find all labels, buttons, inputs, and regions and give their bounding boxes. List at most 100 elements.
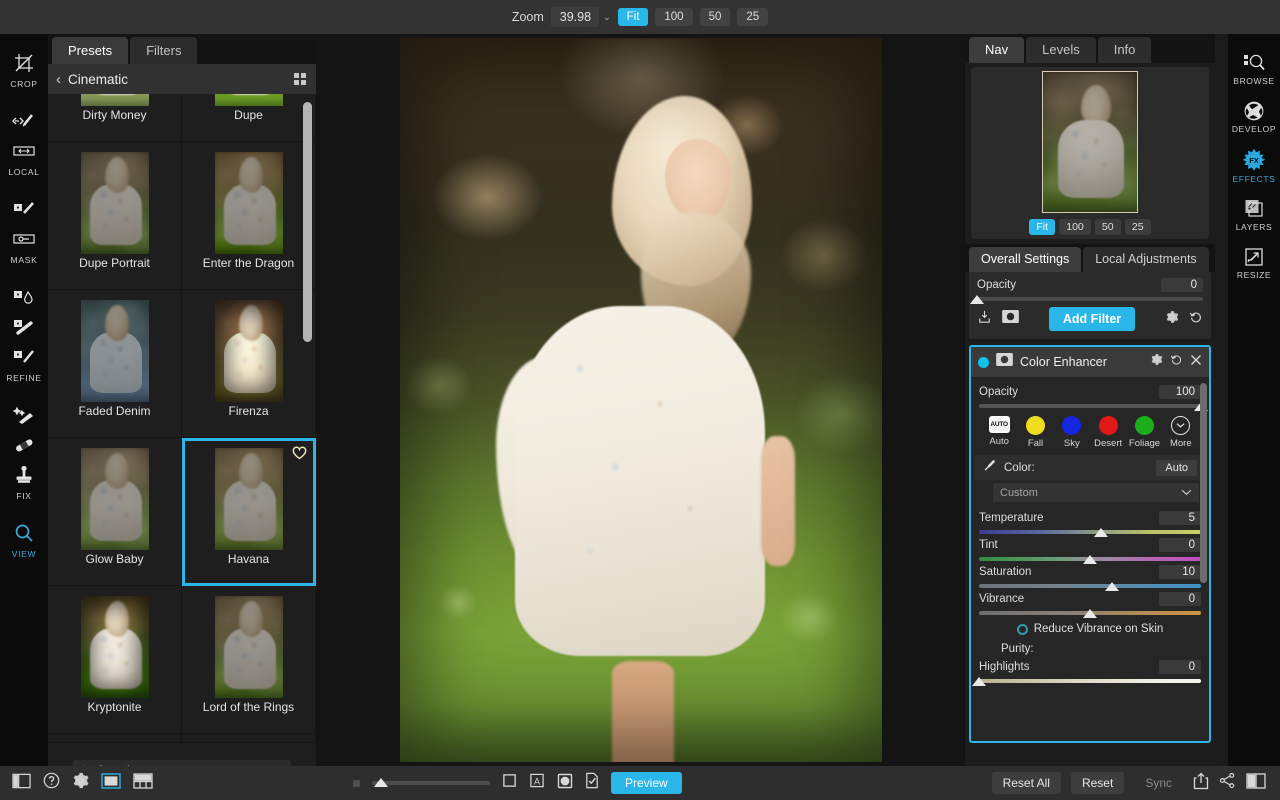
slider-thumb[interactable] bbox=[972, 677, 986, 686]
reset-arrow-icon[interactable] bbox=[1170, 353, 1183, 371]
global-opacity-track[interactable] bbox=[970, 295, 1203, 304]
filter-enabled-dot[interactable] bbox=[978, 356, 989, 368]
mask-brush-icon[interactable] bbox=[4, 194, 44, 224]
checkbox-doc-icon[interactable] bbox=[585, 772, 599, 794]
zoom-preset-25[interactable]: 25 bbox=[737, 8, 769, 26]
reset-button[interactable]: Reset bbox=[1070, 772, 1125, 794]
favorite-heart-icon[interactable] bbox=[292, 446, 307, 465]
swatch-fall[interactable]: Fall bbox=[1017, 416, 1053, 449]
preset-item[interactable]: Dupe bbox=[182, 94, 316, 142]
presets-scrollbar[interactable] bbox=[303, 102, 312, 342]
text-a-icon[interactable]: A bbox=[529, 773, 545, 793]
refine-brush-icon[interactable] bbox=[4, 312, 44, 342]
thumbnail-size-thumb[interactable] bbox=[374, 778, 389, 787]
preset-item[interactable]: Firenza bbox=[182, 290, 316, 438]
preset-item[interactable]: Lord of the Rings bbox=[182, 586, 316, 734]
fix-bandaid-icon[interactable] bbox=[4, 430, 44, 460]
swatch-foliage[interactable]: Foliage bbox=[1126, 416, 1162, 449]
nav-zoom-fit[interactable]: Fit bbox=[1029, 219, 1056, 235]
square-icon[interactable] bbox=[502, 773, 517, 793]
preset-item[interactable] bbox=[182, 734, 316, 742]
global-opacity-thumb[interactable] bbox=[970, 295, 984, 304]
module-effects[interactable]: FX EFFECTS bbox=[1228, 148, 1280, 184]
back-chevron-icon[interactable]: ‹ bbox=[56, 72, 61, 87]
tab-nav[interactable]: Nav bbox=[969, 37, 1025, 63]
add-filter-button[interactable]: Add Filter bbox=[1048, 307, 1136, 331]
zoom-preset-100[interactable]: 100 bbox=[655, 8, 693, 26]
zoom-value-field[interactable]: 39.98 bbox=[550, 7, 600, 27]
gear-icon[interactable] bbox=[1165, 310, 1179, 329]
checkbox-icon[interactable] bbox=[1016, 623, 1028, 635]
main-photo[interactable] bbox=[399, 38, 882, 762]
swatch-desert[interactable]: Desert bbox=[1090, 416, 1126, 449]
gear-icon[interactable] bbox=[72, 772, 89, 794]
color-auto-button[interactable]: Auto bbox=[1156, 459, 1197, 476]
share-node-icon[interactable] bbox=[1219, 772, 1236, 794]
help-icon[interactable] bbox=[43, 772, 60, 794]
zoom-preset-fit[interactable]: Fit bbox=[617, 8, 649, 26]
preset-item[interactable]: Kryptonite bbox=[48, 586, 182, 734]
swatch-auto[interactable]: AUTO Auto bbox=[981, 416, 1017, 449]
slider-thumb[interactable] bbox=[1105, 582, 1120, 591]
swatch-sky[interactable]: Sky bbox=[1054, 416, 1090, 449]
nav-zoom-100[interactable]: 100 bbox=[1059, 219, 1091, 235]
refine-drop-icon[interactable] bbox=[4, 282, 44, 312]
tab-overall-settings[interactable]: Overall Settings bbox=[969, 247, 1082, 272]
nav-zoom-25[interactable]: 25 bbox=[1124, 219, 1151, 235]
global-opacity-value[interactable]: 0 bbox=[1161, 278, 1203, 292]
preset-item-selected[interactable]: Havana bbox=[182, 438, 316, 586]
panel-toggle-icon[interactable] bbox=[12, 773, 31, 794]
preset-item[interactable] bbox=[48, 734, 182, 742]
mask-toggle-icon[interactable] bbox=[996, 353, 1013, 371]
slider-track[interactable] bbox=[979, 582, 1201, 591]
mask-gradient-icon[interactable] bbox=[4, 224, 44, 254]
refine-pen-icon[interactable] bbox=[4, 342, 44, 372]
export-up-icon[interactable] bbox=[1193, 772, 1209, 795]
slider-thumb[interactable] bbox=[1094, 528, 1109, 537]
local-gradient-icon[interactable] bbox=[4, 136, 44, 166]
tab-filters[interactable]: Filters bbox=[130, 37, 198, 64]
chevron-down-icon[interactable]: ⌄ bbox=[603, 12, 611, 23]
module-resize[interactable]: RESIZE bbox=[1228, 246, 1280, 280]
tab-info[interactable]: Info bbox=[1097, 37, 1152, 63]
filter-panel-scrollbar[interactable] bbox=[1200, 383, 1207, 583]
preset-item[interactable]: Faded Denim bbox=[48, 290, 182, 438]
save-preset-icon[interactable] bbox=[977, 309, 992, 329]
circle-icon[interactable] bbox=[557, 773, 573, 794]
module-browse[interactable]: BROWSE bbox=[1228, 52, 1280, 86]
nav-zoom-50[interactable]: 50 bbox=[1094, 219, 1121, 235]
preset-item[interactable]: Dirty Money bbox=[48, 94, 182, 142]
slider-value[interactable]: 5 bbox=[1159, 511, 1201, 525]
crop-icon[interactable] bbox=[4, 48, 44, 78]
mask-toggle-icon[interactable] bbox=[1002, 310, 1019, 328]
reduce-vibrance-on-skin-row[interactable]: Reduce Vibrance on Skin bbox=[971, 616, 1209, 639]
canvas-area[interactable] bbox=[316, 34, 965, 766]
close-icon[interactable] bbox=[1190, 353, 1202, 371]
fix-clone-icon[interactable] bbox=[4, 460, 44, 490]
tab-local-adjustments[interactable]: Local Adjustments bbox=[1083, 247, 1209, 272]
filter-opacity-track[interactable] bbox=[979, 402, 1208, 411]
slider-value[interactable]: 0 bbox=[1159, 660, 1201, 674]
preset-item[interactable]: Dupe Portrait bbox=[48, 142, 182, 290]
multi-view-icon[interactable] bbox=[133, 772, 153, 794]
reset-arrow-icon[interactable] bbox=[1189, 310, 1203, 329]
local-brush-icon[interactable] bbox=[4, 106, 44, 136]
grid-view-icon[interactable] bbox=[294, 73, 306, 85]
tab-presets[interactable]: Presets bbox=[52, 37, 129, 64]
preset-item[interactable]: Glow Baby bbox=[48, 438, 182, 586]
slider-track[interactable] bbox=[979, 609, 1201, 618]
slider-thumb[interactable] bbox=[1083, 609, 1097, 618]
slider-value[interactable]: 0 bbox=[1159, 592, 1201, 606]
sync-button[interactable]: Sync bbox=[1134, 772, 1183, 794]
fix-sparkle-icon[interactable] bbox=[4, 400, 44, 430]
thumbnail-size-slider[interactable] bbox=[372, 778, 490, 787]
slider-track[interactable] bbox=[979, 555, 1201, 564]
single-view-icon[interactable] bbox=[101, 772, 121, 794]
tab-levels[interactable]: Levels bbox=[1026, 37, 1096, 63]
reset-all-button[interactable]: Reset All bbox=[991, 772, 1061, 794]
preset-item[interactable]: Enter the Dragon bbox=[182, 142, 316, 290]
gear-icon[interactable] bbox=[1150, 353, 1163, 371]
view-magnifier-icon[interactable] bbox=[4, 518, 44, 548]
slider-track[interactable] bbox=[972, 677, 1201, 686]
color-preset-select[interactable]: Custom bbox=[993, 483, 1199, 502]
